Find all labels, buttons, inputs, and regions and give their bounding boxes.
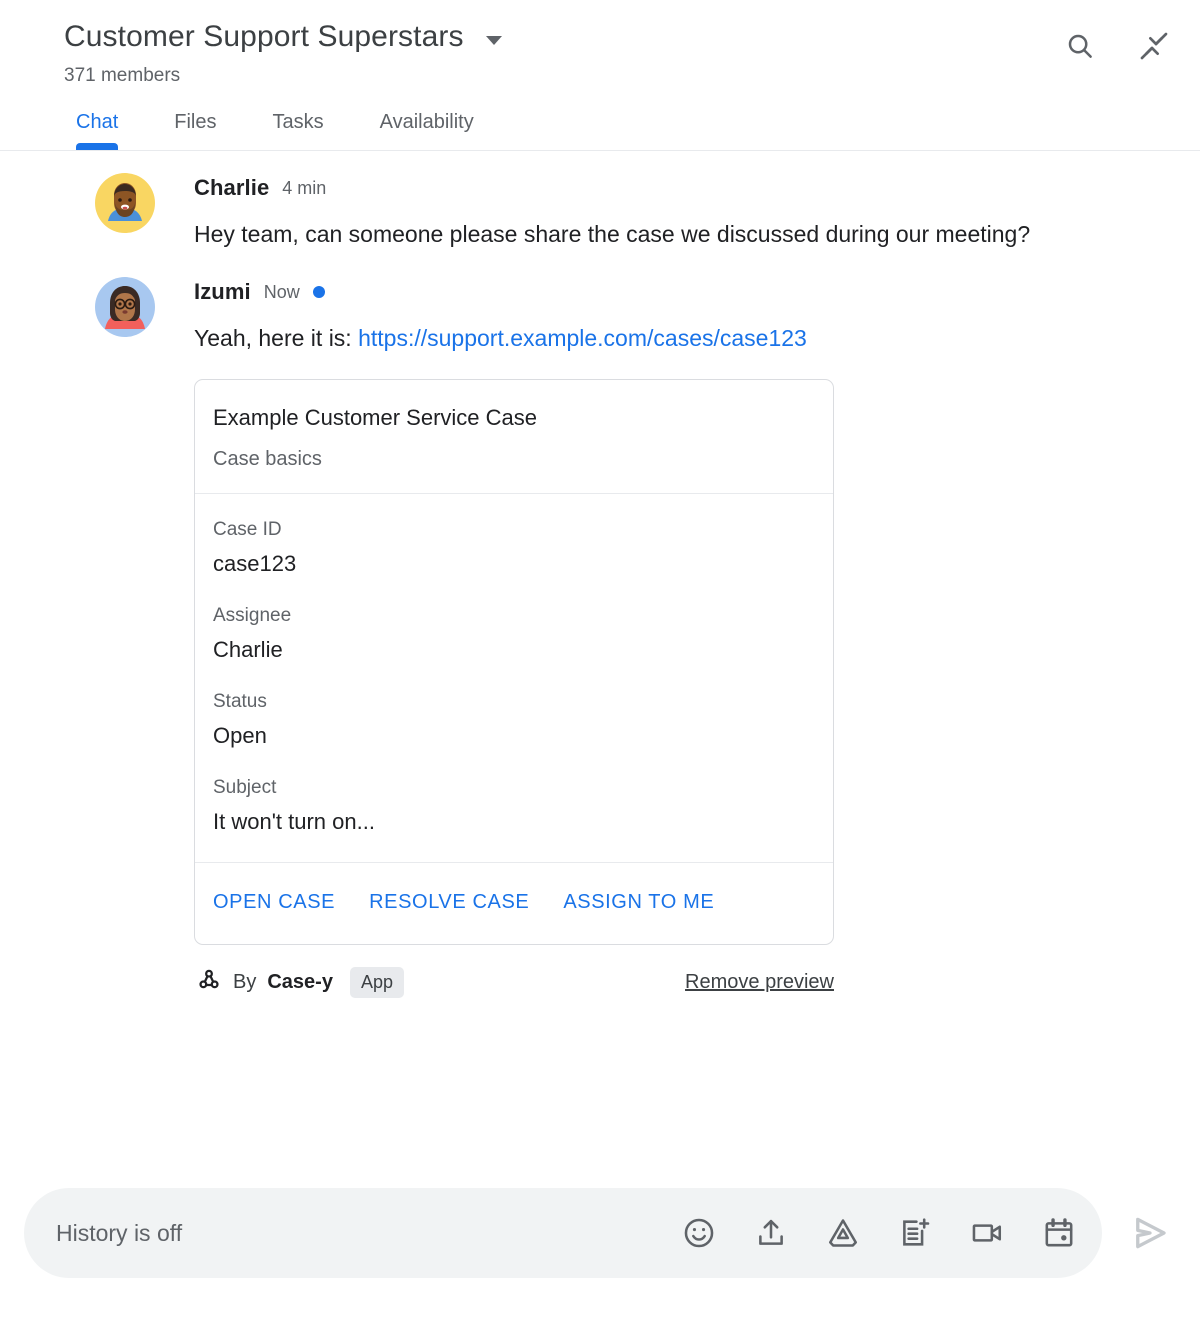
avatar[interactable] [95,173,155,233]
card-attribution: By Case-y App Remove preview [194,967,834,998]
tab-active-indicator [76,143,119,150]
field-label: Case ID [213,519,282,540]
composer [24,1188,1102,1278]
calendar-icon[interactable] [1042,1216,1076,1250]
field-value: case123 [213,551,297,576]
attribution-by-label: By [233,971,257,993]
card-title: Example Customer Service Case [213,405,538,430]
field-value: Open [213,723,267,748]
card-header: Example Customer Service Case Case basic… [195,380,833,493]
unread-dot [312,286,325,298]
message-header: Izumi Now [194,279,1176,305]
page-title: Customer Support Superstars [64,20,464,53]
tab-availability-label: Availability [379,111,474,133]
new-doc-icon[interactable] [898,1216,932,1250]
assign-to-me-button[interactable]: ASSIGN TO ME [563,891,714,914]
avatar[interactable] [95,277,155,337]
tab-bar: Chat Files Tasks Availability [0,88,1200,150]
message-list: Charlie 4 min Hey team, can someone plea… [0,151,1200,998]
upload-icon[interactable] [754,1216,788,1250]
collapse-icon[interactable] [1138,30,1170,62]
tab-files[interactable]: Files [146,110,244,150]
drive-icon[interactable] [826,1216,860,1250]
tab-tasks[interactable]: Tasks [244,110,351,150]
message-text: Yeah, here it is: https://support.exampl… [194,317,1094,359]
open-case-button[interactable]: OPEN CASE [213,891,335,914]
message-timestamp: Now [263,281,300,302]
composer-bar [0,1188,1200,1278]
message-body: Charlie 4 min Hey team, can someone plea… [194,175,1176,255]
card-fields: Case ID case123 Assignee Charlie Status … [195,494,833,862]
message-sender: Charlie [194,175,270,200]
message-timestamp: 4 min [282,177,327,198]
message-link[interactable]: https://support.example.com/cases/case12… [358,325,807,351]
field-subject: Subject It won't turn on... [213,776,815,836]
message-header: Charlie 4 min [194,175,1176,201]
field-label: Assignee [213,605,292,626]
message-text-prefix: Yeah, here it is: [194,325,359,351]
field-assignee: Assignee Charlie [213,604,815,664]
field-label: Status [213,691,267,712]
message-text: Hey team, can someone please share the c… [194,221,1031,247]
send-button[interactable] [1124,1207,1176,1259]
message-input[interactable] [54,1218,682,1248]
tab-tasks-label: Tasks [272,111,324,133]
header-actions [1064,30,1170,62]
composer-icons [682,1216,1076,1250]
message-item: Charlie 4 min Hey team, can someone plea… [0,151,1200,255]
title-row: Customer Support Superstars [0,18,1200,56]
tab-chat[interactable]: Chat [64,110,146,150]
tab-chat-label: Chat [76,111,119,133]
field-value: Charlie [213,637,283,662]
resolve-case-button[interactable]: RESOLVE CASE [369,891,529,914]
attribution-app-name: Case-y [267,971,333,993]
field-label: Subject [213,777,277,798]
chevron-down-icon[interactable] [485,35,502,45]
case-preview-card: Example Customer Service Case Case basic… [194,379,834,945]
emoji-icon[interactable] [682,1216,716,1250]
message-sender: Izumi [194,279,251,304]
field-case-id: Case ID case123 [213,518,815,578]
message-item: Izumi Now Yeah, here it is: https://supp… [0,255,1200,998]
webhook-icon [196,967,222,998]
field-status: Status Open [213,690,815,750]
tab-files-label: Files [174,111,217,133]
room-header: Customer Support Superstars 371 members … [0,0,1200,151]
attribution-left: By Case-y App [196,967,404,998]
card-actions: OPEN CASE RESOLVE CASE ASSIGN TO ME [195,863,833,944]
search-icon[interactable] [1064,30,1096,62]
card-subtitle: Case basics [213,448,322,470]
member-count: 371 members [64,65,181,86]
remove-preview-link[interactable]: Remove preview [685,971,834,994]
app-badge: App [349,967,404,998]
video-camera-icon[interactable] [970,1216,1004,1250]
tab-availability[interactable]: Availability [352,110,502,150]
field-value: It won't turn on... [213,809,375,834]
message-body: Izumi Now Yeah, here it is: https://supp… [194,279,1176,998]
